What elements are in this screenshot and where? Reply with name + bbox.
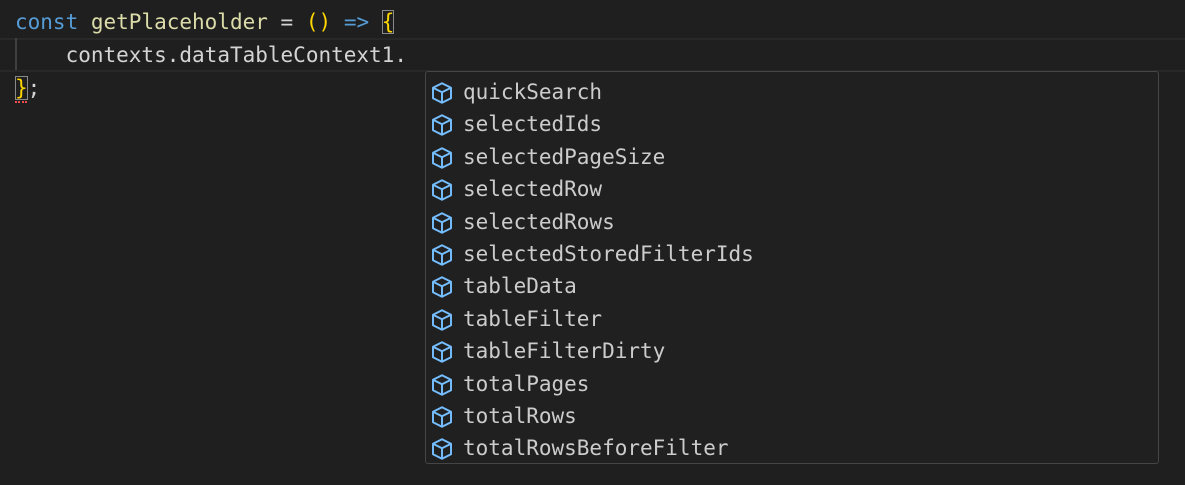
function-name: getPlaceholder bbox=[90, 10, 268, 34]
parens: () bbox=[305, 10, 332, 34]
suggestion-label: tableFilter bbox=[463, 306, 603, 331]
suggestion-item[interactable]: selectedStoredFilterIds bbox=[426, 238, 1158, 270]
indent-guide bbox=[15, 38, 17, 70]
arrow-operator: => bbox=[343, 10, 370, 34]
suggestion-label: totalPages bbox=[463, 371, 590, 396]
suggestion-label: selectedPageSize bbox=[463, 144, 666, 169]
data-table-context-property: dataTableContext1 bbox=[179, 43, 395, 67]
property-cube-icon bbox=[432, 309, 452, 331]
member-dot: . bbox=[166, 43, 180, 67]
suggestion-item[interactable]: tableFilterDirty bbox=[426, 335, 1158, 367]
suggestion-item[interactable]: selectedRows bbox=[426, 206, 1158, 238]
close-brace: } bbox=[15, 76, 28, 100]
suggestion-item[interactable]: selectedIds bbox=[426, 108, 1158, 140]
semicolon: ; bbox=[27, 76, 41, 100]
property-cube-icon bbox=[432, 438, 452, 461]
suggestion-item[interactable]: totalRowsBeforeFilter bbox=[426, 432, 1158, 464]
suggestion-label: selectedStoredFilterIds bbox=[463, 241, 754, 266]
suggestion-label: totalRowsBeforeFilter bbox=[463, 436, 729, 461]
suggestion-item[interactable]: selectedPageSize bbox=[426, 141, 1158, 173]
property-cube-icon bbox=[432, 341, 452, 363]
member-dot-trailing: . bbox=[394, 43, 407, 67]
property-cube-icon bbox=[432, 114, 452, 137]
suggestion-label: totalRows bbox=[463, 403, 577, 428]
suggestion-item[interactable]: quickSearch bbox=[426, 76, 1158, 108]
const-keyword: const bbox=[15, 10, 79, 34]
suggestion-item[interactable]: totalRows bbox=[426, 400, 1158, 432]
suggestion-widget[interactable]: quickSearch selectedIds selectedPageSize se… bbox=[425, 71, 1159, 464]
suggestion-label: selectedRow bbox=[463, 177, 603, 202]
property-cube-icon bbox=[432, 147, 452, 169]
assign-operator: = bbox=[280, 10, 294, 34]
suggestion-item[interactable]: selectedRow bbox=[426, 173, 1158, 205]
property-cube-icon bbox=[432, 276, 452, 299]
suggestion-item[interactable]: totalPages bbox=[426, 368, 1158, 400]
suggestion-label: selectedIds bbox=[463, 112, 603, 137]
suggestion-item[interactable]: tableFilter bbox=[426, 303, 1158, 335]
suggestion-item[interactable]: tableData bbox=[426, 270, 1158, 302]
suggestion-label: tableData bbox=[463, 274, 577, 299]
property-cube-icon bbox=[432, 211, 452, 234]
suggestion-label: quickSearch bbox=[463, 80, 603, 104]
property-cube-icon bbox=[432, 179, 452, 201]
property-cube-icon bbox=[432, 373, 452, 396]
code-editor[interactable]: const getPlaceholder = () => { contexts.… bbox=[0, 0, 1185, 485]
suggestion-label: tableFilterDirty bbox=[463, 339, 666, 364]
suggestion-label: selectedRows bbox=[463, 209, 615, 234]
property-cube-icon bbox=[432, 82, 452, 104]
open-brace: { bbox=[381, 10, 395, 34]
error-squiggle bbox=[15, 98, 27, 103]
code-line-2-current[interactable]: contexts.dataTableContext1. bbox=[0, 38, 1185, 72]
code-line-1[interactable]: const getPlaceholder = () => { bbox=[0, 6, 1185, 38]
property-cube-icon bbox=[432, 244, 452, 266]
property-cube-icon bbox=[432, 406, 452, 428]
contexts-object: contexts bbox=[65, 43, 167, 67]
